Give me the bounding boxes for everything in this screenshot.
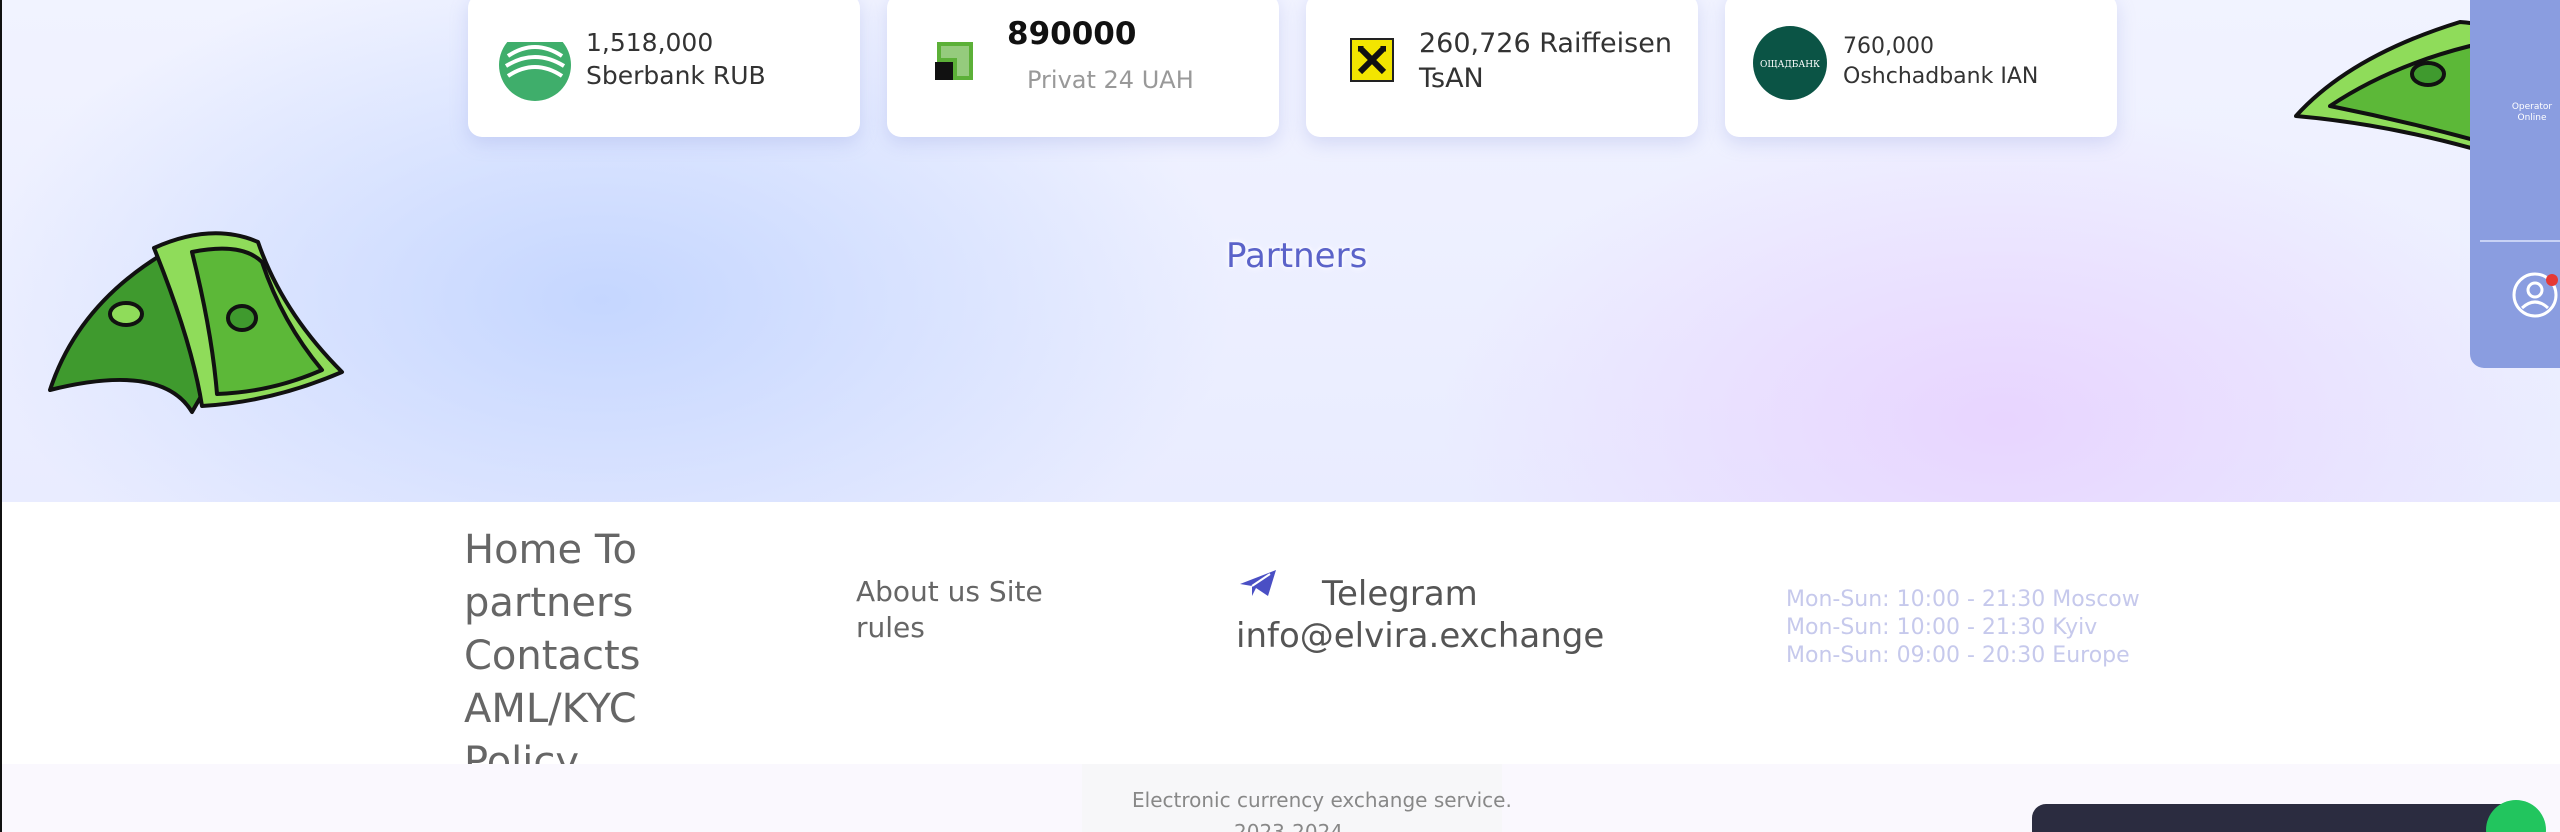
- chat-widget[interactable]: [2032, 804, 2522, 832]
- reserve-card-raiffeisen: 260,726 Raiffeisen TsAN: [1306, 0, 1698, 137]
- operator-status: Operator Online: [2511, 102, 2553, 123]
- hours-moscow: Mon-Sun: 10:00 - 21:30 Moscow: [1786, 587, 2140, 612]
- telegram-icon[interactable]: [1238, 568, 1278, 598]
- money-icon: [48, 231, 344, 414]
- footer-about: About us Site rules: [856, 574, 1056, 646]
- reserve-currency: Privat 24 UAH: [1027, 66, 1194, 94]
- reserve-currency: Oshchadbank IAN: [1843, 64, 2039, 89]
- side-panel-divider: [2480, 240, 2560, 242]
- privat24-logo-icon: [935, 42, 973, 80]
- reserve-amount: 890000: [1007, 16, 1137, 52]
- reserve-card-sberbank: 1,518,000 Sberbank RUB: [468, 0, 860, 137]
- hours-europe: Mon-Sun: 09:00 - 20:30 Europe: [1786, 643, 2130, 668]
- user-avatar-icon[interactable]: [2510, 270, 2560, 320]
- service-description: Electronic currency exchange service.: [1132, 788, 1512, 812]
- footer-link-home[interactable]: Home To: [464, 527, 637, 573]
- reserve-amount: 260,726 Raiffeisen: [1419, 28, 1672, 59]
- hours-kyiv: Mon-Sun: 10:00 - 21:30 Kyiv: [1786, 615, 2098, 640]
- copyright-year: 2023-2024: [1234, 820, 1344, 832]
- email-link[interactable]: info@elvira.exchange: [1236, 616, 1604, 656]
- reserve-amount: 1,518,000: [586, 28, 714, 57]
- sberbank-logo-icon: [498, 28, 572, 101]
- footer-link-aml-kyc[interactable]: AML/KYC: [464, 686, 637, 732]
- raiffeisen-logo-icon: [1350, 38, 1394, 82]
- reserves-cards: 1,518,000 Sberbank RUB 890000 Privat 24 …: [468, 0, 2117, 137]
- reserve-currency: Sberbank RUB: [586, 61, 766, 90]
- telegram-link[interactable]: Telegram: [1322, 574, 1478, 614]
- reserve-currency: TsAN: [1419, 63, 1484, 94]
- footer-link-rules[interactable]: rules: [856, 611, 925, 644]
- reserve-amount: 760,000: [1843, 34, 1934, 59]
- footer-nav: Home To partners Contacts AML/KYC Policy: [464, 524, 664, 789]
- oshchadbank-logo-icon: ОЩАДБАНК: [1753, 26, 1827, 100]
- working-hours: Mon-Sun: 10:00 - 21:30 Moscow Mon-Sun: 1…: [1786, 586, 2140, 670]
- footer-link-contacts[interactable]: Contacts: [464, 633, 640, 679]
- reserve-card-privat24: 890000 Privat 24 UAH: [887, 0, 1279, 137]
- oshchadbank-logo-text: ОЩАДБАНК: [1760, 60, 1820, 70]
- footer-link-partners[interactable]: partners: [464, 580, 633, 626]
- partners-heading: Partners: [1226, 236, 1368, 276]
- footer-link-about[interactable]: About us Site: [856, 575, 1043, 608]
- reserve-card-oshchadbank: ОЩАДБАНК 760,000 Oshchadbank IAN: [1725, 0, 2117, 137]
